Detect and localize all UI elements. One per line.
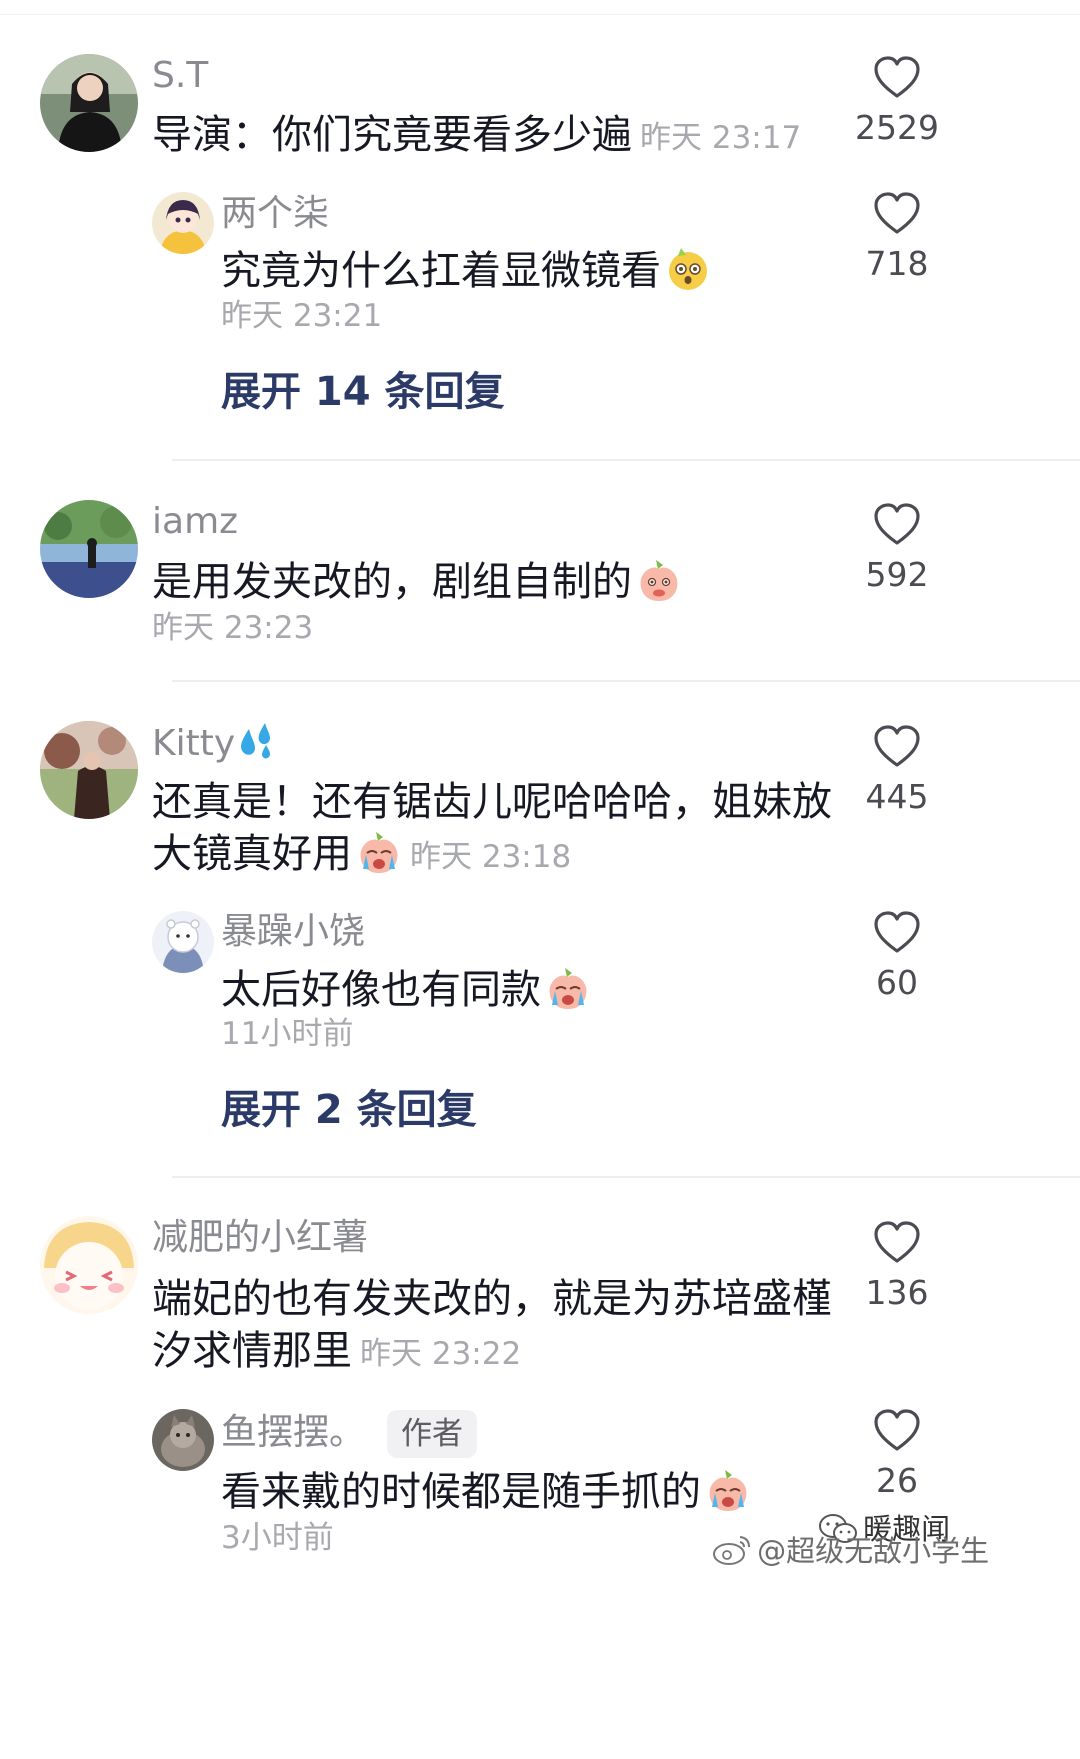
like-button[interactable]: 445 (842, 725, 952, 817)
heart-icon (874, 192, 920, 234)
comment-timestamp: 昨天 23:17 (640, 120, 802, 156)
comment-text-line-1: 端妃的也有发夹改的，就是为苏培盛槿 (152, 1276, 832, 1322)
reply-timestamp: 昨天 23:21 (221, 298, 383, 334)
comment-text-line-2: 大镜真好用 昨天 23:18 (152, 825, 571, 886)
heart-icon (874, 725, 920, 767)
comment-text-content: 导演：你们究竟要看多少遍 (152, 112, 632, 158)
reply-username-text: 鱼摆摆。 (221, 1412, 366, 1453)
reply-text-content: 太后好像也有同款 (221, 967, 541, 1013)
heart-icon (874, 503, 920, 545)
like-count: 136 (865, 1273, 929, 1312)
comment-username[interactable]: iamz (152, 500, 238, 544)
reply-avatar[interactable] (152, 1409, 214, 1471)
divider (172, 459, 1080, 461)
like-count: 592 (865, 555, 929, 594)
reply-username[interactable]: 暴躁小饶 (221, 910, 365, 954)
comment-text-content: 大镜真好用 (152, 831, 352, 877)
comment-list: S.T 导演：你们究竟要看多少遍 昨天 23:17 2529 两个柒 究竟为什么扛… (0, 0, 1080, 1759)
divider (172, 1176, 1080, 1178)
avatar[interactable] (40, 500, 138, 598)
reply-username[interactable]: 两个柒 (221, 192, 329, 236)
heart-icon (874, 911, 920, 953)
reply-text-content: 看来戴的时候都是随手抓的 (221, 1469, 701, 1515)
reply-timestamp: 11小时前 (221, 1016, 354, 1052)
top-divider (0, 14, 1080, 15)
comment-username-text: Kitty (152, 723, 236, 764)
like-button[interactable]: 592 (842, 503, 952, 595)
divider (172, 680, 1080, 682)
like-count: 60 (876, 963, 918, 1002)
expand-replies-button[interactable]: 展开 2 条回复 (221, 1085, 477, 1135)
crying-peach-emoji-icon (549, 968, 587, 1009)
weibo-watermark: @超级无敌小学生 (712, 1528, 989, 1570)
crying-peach-emoji-icon (360, 832, 398, 873)
like-button[interactable]: 60 (842, 911, 952, 1003)
avatar[interactable] (40, 721, 138, 819)
reply-avatar[interactable] (152, 911, 214, 973)
shy-peach-emoji-icon (640, 560, 678, 601)
like-count: 445 (865, 777, 929, 816)
comment-text-line-1: 还真是！还有锯齿儿呢哈哈哈，姐妹放 (152, 779, 832, 825)
sweat-drops-icon (241, 723, 271, 759)
avatar[interactable] (40, 1216, 138, 1314)
comment-text: 是用发夹改的，剧组自制的 (152, 553, 682, 611)
comment-timestamp: 昨天 23:18 (410, 839, 572, 875)
comment-text-content: 是用发夹改的，剧组自制的 (152, 559, 632, 605)
like-button[interactable]: 136 (842, 1221, 952, 1313)
weibo-watermark-text: @超级无敌小学生 (757, 1534, 990, 1568)
comment-timestamp: 昨天 23:22 (360, 1336, 522, 1372)
heart-icon (874, 56, 920, 98)
shocked-dog-emoji-icon (669, 248, 707, 290)
reply-timestamp: 3小时前 (221, 1520, 334, 1556)
comment-text: 导演：你们究竟要看多少遍 昨天 23:17 (152, 106, 801, 167)
comment-timestamp: 昨天 23:23 (152, 610, 314, 646)
like-count: 718 (865, 244, 929, 283)
heart-icon (874, 1221, 920, 1263)
reply-username[interactable]: 鱼摆摆。 作者 (221, 1410, 478, 1458)
crying-peach-emoji-icon (709, 1470, 747, 1511)
like-count: 2529 (855, 108, 939, 147)
comment-text-content: 汐求情那里 (152, 1328, 352, 1374)
heart-icon (874, 1409, 920, 1451)
like-button[interactable]: 26 (842, 1409, 952, 1501)
like-button[interactable]: 2529 (842, 56, 952, 148)
comment-username[interactable]: Kitty (152, 721, 277, 766)
comment-username[interactable]: 减肥的小红薯 (152, 1216, 368, 1260)
weibo-icon (713, 1536, 750, 1565)
reply-text-content: 究竟为什么扛着显微镜看 (221, 248, 661, 294)
like-button[interactable]: 718 (842, 192, 952, 284)
reply-text: 看来戴的时候都是随手抓的 (221, 1463, 751, 1521)
reply-text: 究竟为什么扛着显微镜看 (221, 242, 711, 300)
like-count: 26 (876, 1461, 918, 1500)
expand-replies-button[interactable]: 展开 14 条回复 (221, 367, 505, 417)
comment-text-line-2: 汐求情那里 昨天 23:22 (152, 1322, 521, 1383)
reply-text: 太后好像也有同款 (221, 961, 591, 1019)
author-badge: 作者 (387, 1410, 478, 1458)
comment-username[interactable]: S.T (152, 54, 208, 98)
avatar[interactable] (40, 54, 138, 152)
reply-avatar[interactable] (152, 192, 214, 254)
